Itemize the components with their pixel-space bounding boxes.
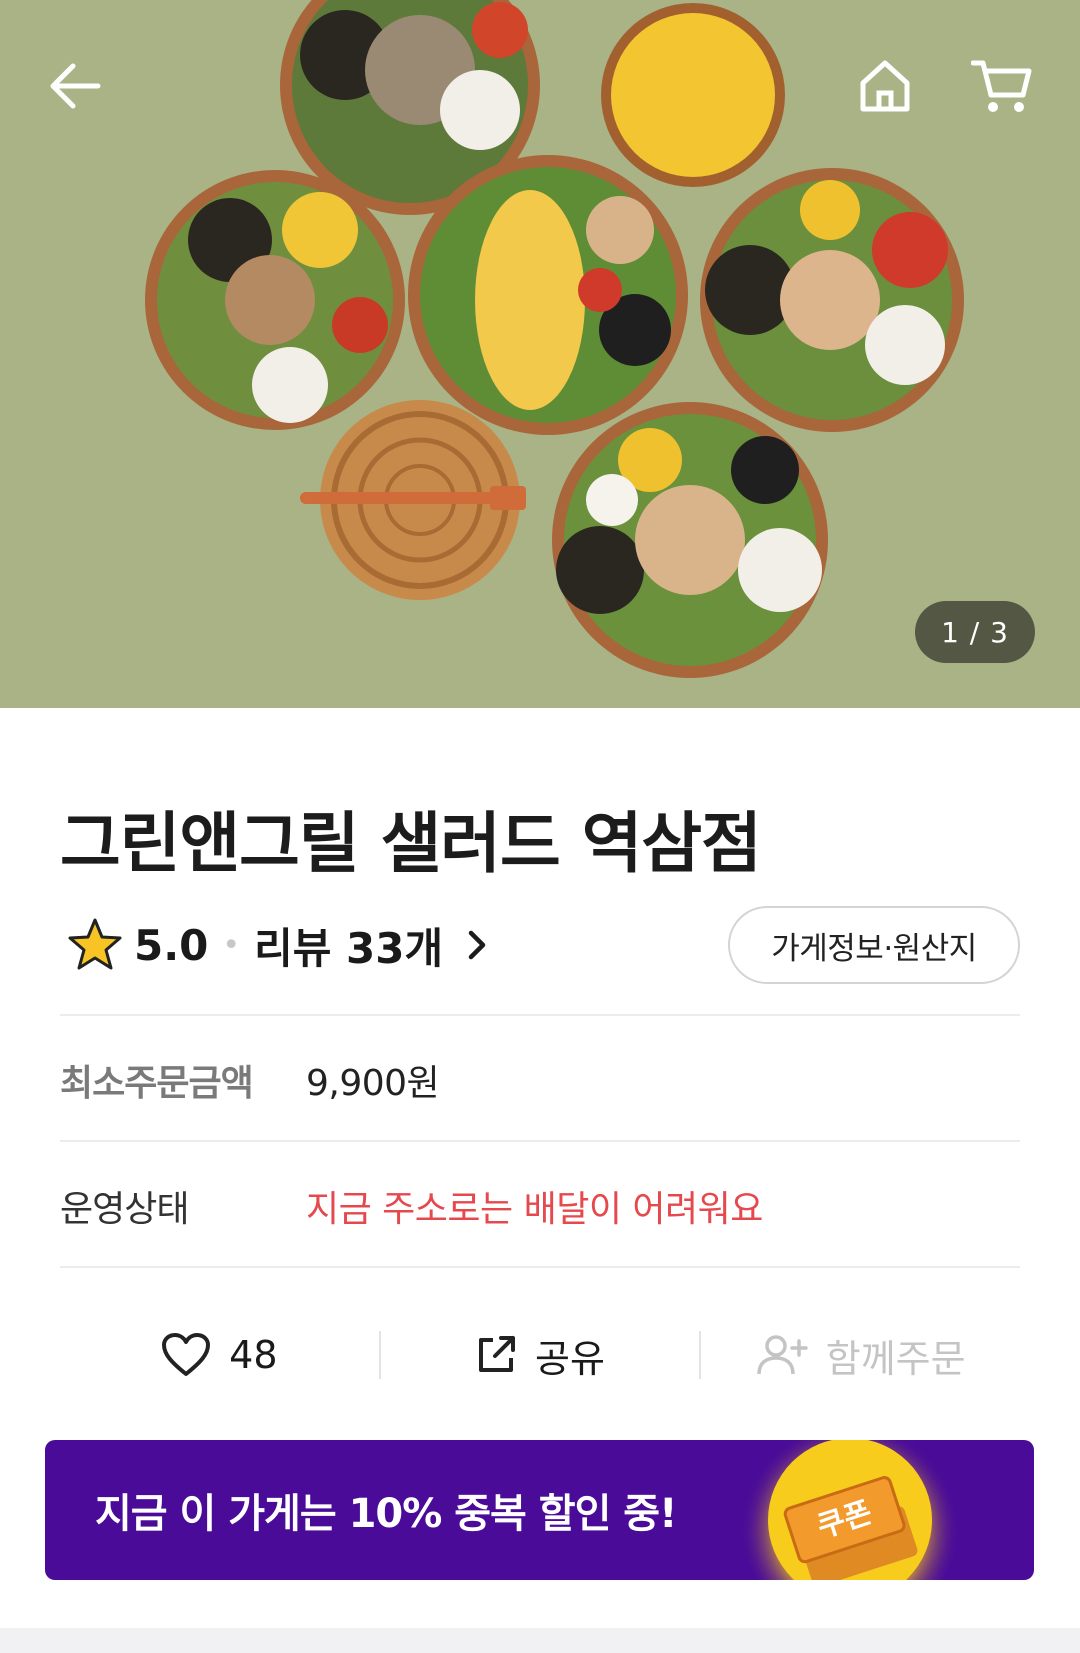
store-info-button[interactable]: 가게정보·원산지 bbox=[728, 906, 1020, 984]
back-button[interactable] bbox=[35, 46, 115, 126]
coupon-icon: 쿠폰 bbox=[740, 1440, 960, 1580]
store-name: 그린앤그릴 샐러드 역삼점 bbox=[60, 805, 762, 882]
banner-text: 지금 이 가게는 10% 중복 할인 중! bbox=[95, 1491, 677, 1537]
rating-reviews-link[interactable]: 5.0 • 리뷰 33개 bbox=[66, 910, 489, 980]
group-order-label: 함께주문 bbox=[825, 1336, 966, 1381]
heart-icon bbox=[162, 1333, 211, 1376]
bottom-spacer bbox=[0, 1628, 1080, 1653]
discount-banner[interactable]: 지금 이 가게는 10% 중복 할인 중! 쿠폰 bbox=[45, 1440, 1034, 1580]
divider bbox=[60, 1014, 1020, 1016]
cart-button[interactable] bbox=[962, 46, 1042, 126]
star-icon bbox=[68, 918, 122, 970]
chevron-right-icon bbox=[468, 930, 486, 960]
group-order-button[interactable]: 함께주문 bbox=[701, 1310, 1020, 1400]
like-count: 48 bbox=[229, 1333, 278, 1377]
store-hero-image[interactable]: 1 / 3 bbox=[0, 0, 1080, 708]
min-order-value: 9,900원 bbox=[306, 1063, 440, 1104]
divider bbox=[60, 1266, 1020, 1268]
home-icon bbox=[860, 60, 910, 112]
share-label: 공유 bbox=[535, 1336, 605, 1381]
home-button[interactable] bbox=[845, 46, 925, 126]
add-user-icon bbox=[757, 1335, 808, 1375]
rating-value: 5.0 bbox=[134, 920, 209, 970]
divider bbox=[60, 1140, 1020, 1142]
review-count: 리뷰 33개 bbox=[254, 923, 444, 973]
like-button[interactable]: 48 bbox=[60, 1310, 379, 1400]
separator-dot: • bbox=[222, 927, 241, 963]
cart-icon bbox=[971, 60, 1032, 112]
action-bar: 48 공유 함께주문 bbox=[60, 1310, 1020, 1400]
arrow-left-icon bbox=[50, 63, 101, 109]
share-button[interactable]: 공유 bbox=[381, 1310, 700, 1400]
status-label: 운영상태 bbox=[60, 1189, 189, 1230]
share-icon bbox=[479, 1336, 516, 1372]
status-value: 지금 주소로는 배달이 어려워요 bbox=[306, 1189, 763, 1230]
min-order-label: 최소주문금액 bbox=[60, 1063, 254, 1104]
image-counter: 1 / 3 bbox=[915, 601, 1035, 663]
